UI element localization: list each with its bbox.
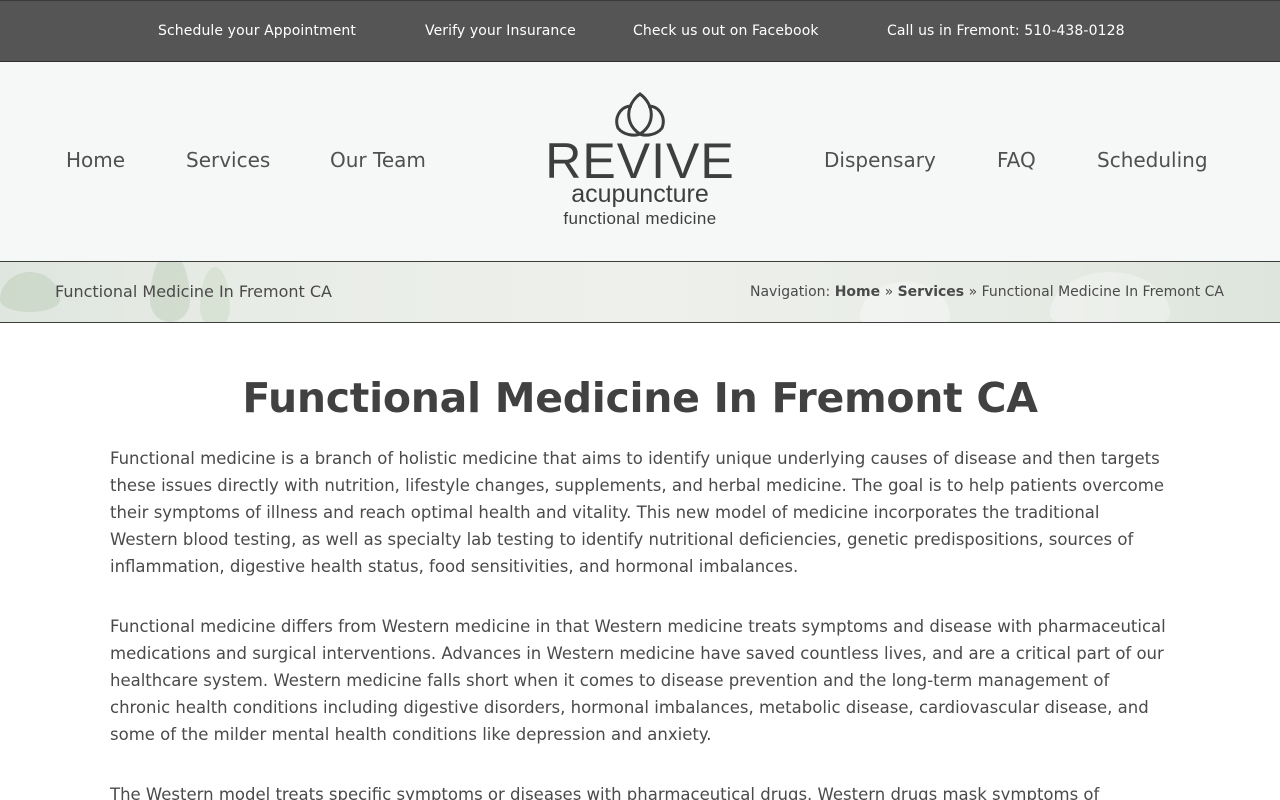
nav-home[interactable]: Home	[66, 148, 125, 172]
nav-our-team[interactable]: Our Team	[330, 148, 426, 172]
site-header: Home Services Our Team REVIVE acupunctur…	[0, 62, 1280, 262]
verify-insurance-link[interactable]: Verify your Insurance	[425, 21, 576, 41]
call-fremont-link[interactable]: Call us in Fremont: 510-438-0128	[887, 21, 1125, 41]
breadcrumb-band: Functional Medicine In Fremont CA Naviga…	[0, 262, 1280, 323]
logo-line-acupuncture: acupuncture	[571, 180, 709, 208]
nav-services[interactable]: Services	[186, 148, 270, 172]
site-logo[interactable]: REVIVE acupuncture functional medicine	[540, 90, 740, 230]
nav-faq[interactable]: FAQ	[997, 148, 1036, 172]
logo-brand: REVIVE	[545, 133, 735, 189]
breadcrumb: Navigation: Home » Services » Functional…	[750, 283, 1224, 301]
page-title: Functional Medicine In Fremont CA	[242, 374, 1038, 422]
nav-dispensary[interactable]: Dispensary	[824, 148, 936, 172]
top-bar: Schedule your Appointment Verify your In…	[0, 0, 1280, 62]
breadcrumb-prefix: Navigation:	[750, 284, 831, 300]
background-leaf	[0, 272, 60, 312]
breadcrumb-services-link[interactable]: Services	[898, 284, 965, 300]
content-paragraph: Functional medicine differs from Western…	[110, 617, 1166, 744]
page-title-band: Functional Medicine In Fremont CA	[55, 282, 332, 301]
facebook-link[interactable]: Check us out on Facebook	[633, 21, 819, 41]
breadcrumb-separator: »	[884, 284, 894, 300]
logo-line-functional-medicine: functional medicine	[563, 209, 717, 228]
schedule-appointment-link[interactable]: Schedule your Appointment	[158, 21, 356, 41]
breadcrumb-separator: »	[968, 284, 978, 300]
content-paragraph: Functional medicine is a branch of holis…	[110, 449, 1164, 576]
content-paragraph: The Western model treats specific sympto…	[110, 785, 1100, 800]
nav-scheduling[interactable]: Scheduling	[1097, 148, 1208, 172]
breadcrumb-home-link[interactable]: Home	[835, 284, 880, 300]
breadcrumb-current: Functional Medicine In Fremont CA	[981, 284, 1224, 300]
